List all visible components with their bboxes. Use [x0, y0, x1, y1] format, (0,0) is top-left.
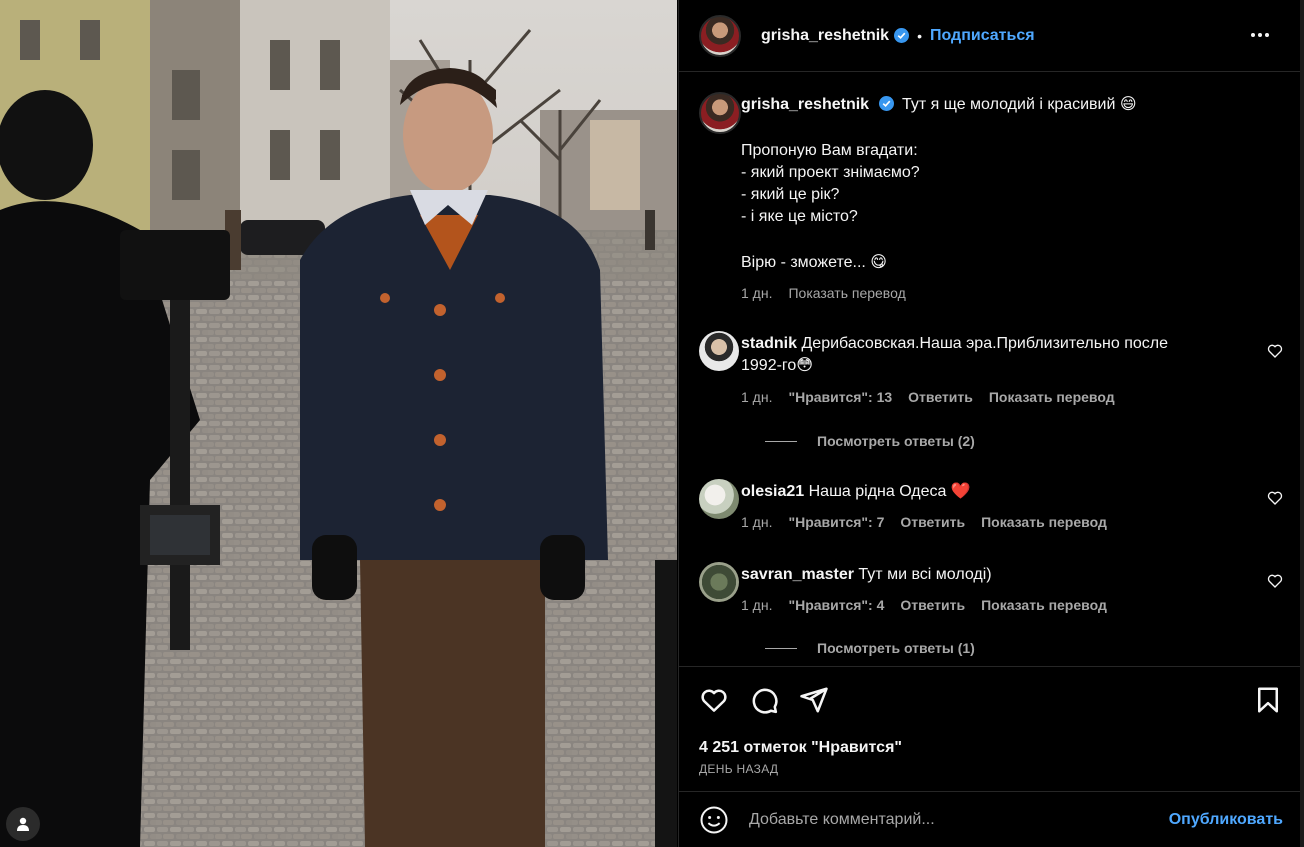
- comment-translate-link[interactable]: Показать перевод: [981, 597, 1107, 613]
- comment-reply-button[interactable]: Ответить: [908, 389, 973, 405]
- comment-username[interactable]: savran_master: [741, 566, 854, 583]
- comment-text: savran_master Тут ми всі молоді): [741, 564, 992, 586]
- comment-body: Тут ми всі молоді): [858, 566, 992, 583]
- commenter-avatar[interactable]: [699, 562, 739, 602]
- author-avatar[interactable]: [699, 14, 741, 57]
- view-replies-label: Посмотреть ответы (2): [817, 433, 975, 449]
- post-photo-image: [0, 0, 677, 847]
- view-replies-label: Посмотреть ответы (1): [817, 640, 975, 656]
- publish-button[interactable]: Опубликовать: [1169, 811, 1283, 829]
- comment-likes-count[interactable]: "Нравится": 7: [788, 514, 884, 530]
- comment-body: 1992-го😳: [741, 357, 813, 374]
- post-date: ДЕНЬ НАЗАД: [699, 762, 779, 776]
- comment-body: Наша рідна Одеса ❤️: [808, 483, 971, 500]
- follow-button[interactable]: Подписаться: [930, 27, 1035, 45]
- comment-time[interactable]: 1 дн.: [741, 389, 772, 405]
- comment-likes-count[interactable]: "Нравится": 4: [788, 597, 884, 613]
- post-photo[interactable]: [0, 0, 677, 847]
- comment-meta: 1 дн. "Нравится": 13 Ответить Показать п…: [741, 389, 1115, 405]
- caption-translate-link[interactable]: Показать перевод: [788, 285, 905, 301]
- bookmark-save-icon[interactable]: [1253, 685, 1283, 715]
- user-icon: [17, 817, 29, 831]
- separator-dot: •: [917, 27, 922, 44]
- more-horizontal-icon[interactable]: [1249, 24, 1271, 46]
- caption-line: Пропоную Вам вгадати:: [741, 142, 918, 159]
- verified-badge-icon: [894, 28, 910, 43]
- view-replies-button[interactable]: Посмотреть ответы (2): [765, 433, 975, 449]
- caption-line: - який проект знімаємо?: [741, 164, 920, 181]
- caption-author-avatar[interactable]: [699, 92, 741, 134]
- comment-username[interactable]: stadnik: [741, 335, 797, 352]
- comment-username[interactable]: olesia21: [741, 483, 804, 500]
- comment-time[interactable]: 1 дн.: [741, 597, 772, 613]
- share-send-icon[interactable]: [799, 685, 829, 715]
- likes-count[interactable]: 4 251 отметок "Нравится": [699, 739, 902, 757]
- tagged-users-button[interactable]: [6, 807, 40, 841]
- post-actions: 4 251 отметок "Нравится" ДЕНЬ НАЗАД: [679, 666, 1301, 791]
- comment-like-heart-icon[interactable]: [1267, 343, 1283, 359]
- view-replies-button[interactable]: Посмотреть ответы (1): [765, 640, 975, 656]
- comment-text: stadnik Дерибасовская.Наша эра.Приблизит…: [741, 333, 1168, 355]
- comment-like-heart-icon[interactable]: [1267, 573, 1283, 589]
- comment-like-heart-icon[interactable]: [1267, 490, 1283, 506]
- comment-time[interactable]: 1 дн.: [741, 514, 772, 530]
- caption-username[interactable]: grisha_reshetnik: [741, 96, 869, 113]
- comment-likes-count[interactable]: "Нравится": 13: [788, 389, 892, 405]
- caption-line: - і яке це місто?: [741, 208, 858, 225]
- comment-translate-link[interactable]: Показать перевод: [989, 389, 1115, 405]
- post-header: grisha_reshetnik • Подписаться: [679, 0, 1301, 72]
- add-comment-bar: Опубликовать: [679, 791, 1301, 847]
- replies-divider: [765, 647, 797, 649]
- post-details-panel: grisha_reshetnik • Подписаться grisha_re…: [678, 0, 1301, 847]
- caption-time[interactable]: 1 дн.: [741, 285, 772, 301]
- comment-body: Дерибасовская.Наша эра.Приблизительно по…: [801, 335, 1169, 352]
- comment-input[interactable]: [749, 810, 1149, 829]
- caption-line: Вірю - зможете... 😋: [741, 254, 887, 271]
- commenter-avatar[interactable]: [699, 331, 739, 371]
- like-heart-icon[interactable]: [699, 685, 729, 715]
- comment-meta: 1 дн. "Нравится": 4 Ответить Показать пе…: [741, 597, 1107, 613]
- commenter-avatar[interactable]: [699, 479, 739, 519]
- caption-line: - який це рік?: [741, 186, 840, 203]
- caption-text: grisha_reshetnik Тут я ще молодий і крас…: [741, 94, 1137, 116]
- comment-bubble-icon[interactable]: [749, 685, 779, 715]
- comment-translate-link[interactable]: Показать перевод: [981, 514, 1107, 530]
- replies-divider: [765, 440, 797, 442]
- comment-meta: 1 дн. "Нравится": 7 Ответить Показать пе…: [741, 514, 1107, 530]
- comments-list[interactable]: grisha_reshetnik Тут я ще молодий і крас…: [679, 72, 1301, 666]
- caption-line: Тут я ще молодий і красивий 😄: [901, 96, 1137, 113]
- verified-badge-icon: [878, 96, 894, 111]
- caption-meta: 1 дн. Показать перевод: [741, 285, 906, 301]
- comment-text: olesia21 Наша рідна Одеса ❤️: [741, 481, 971, 503]
- comment-reply-button[interactable]: Ответить: [900, 597, 965, 613]
- comment-reply-button[interactable]: Ответить: [900, 514, 965, 530]
- author-username[interactable]: grisha_reshetnik: [761, 27, 889, 45]
- scrollbar-track[interactable]: [1300, 0, 1304, 847]
- emoji-smile-icon[interactable]: [699, 805, 729, 835]
